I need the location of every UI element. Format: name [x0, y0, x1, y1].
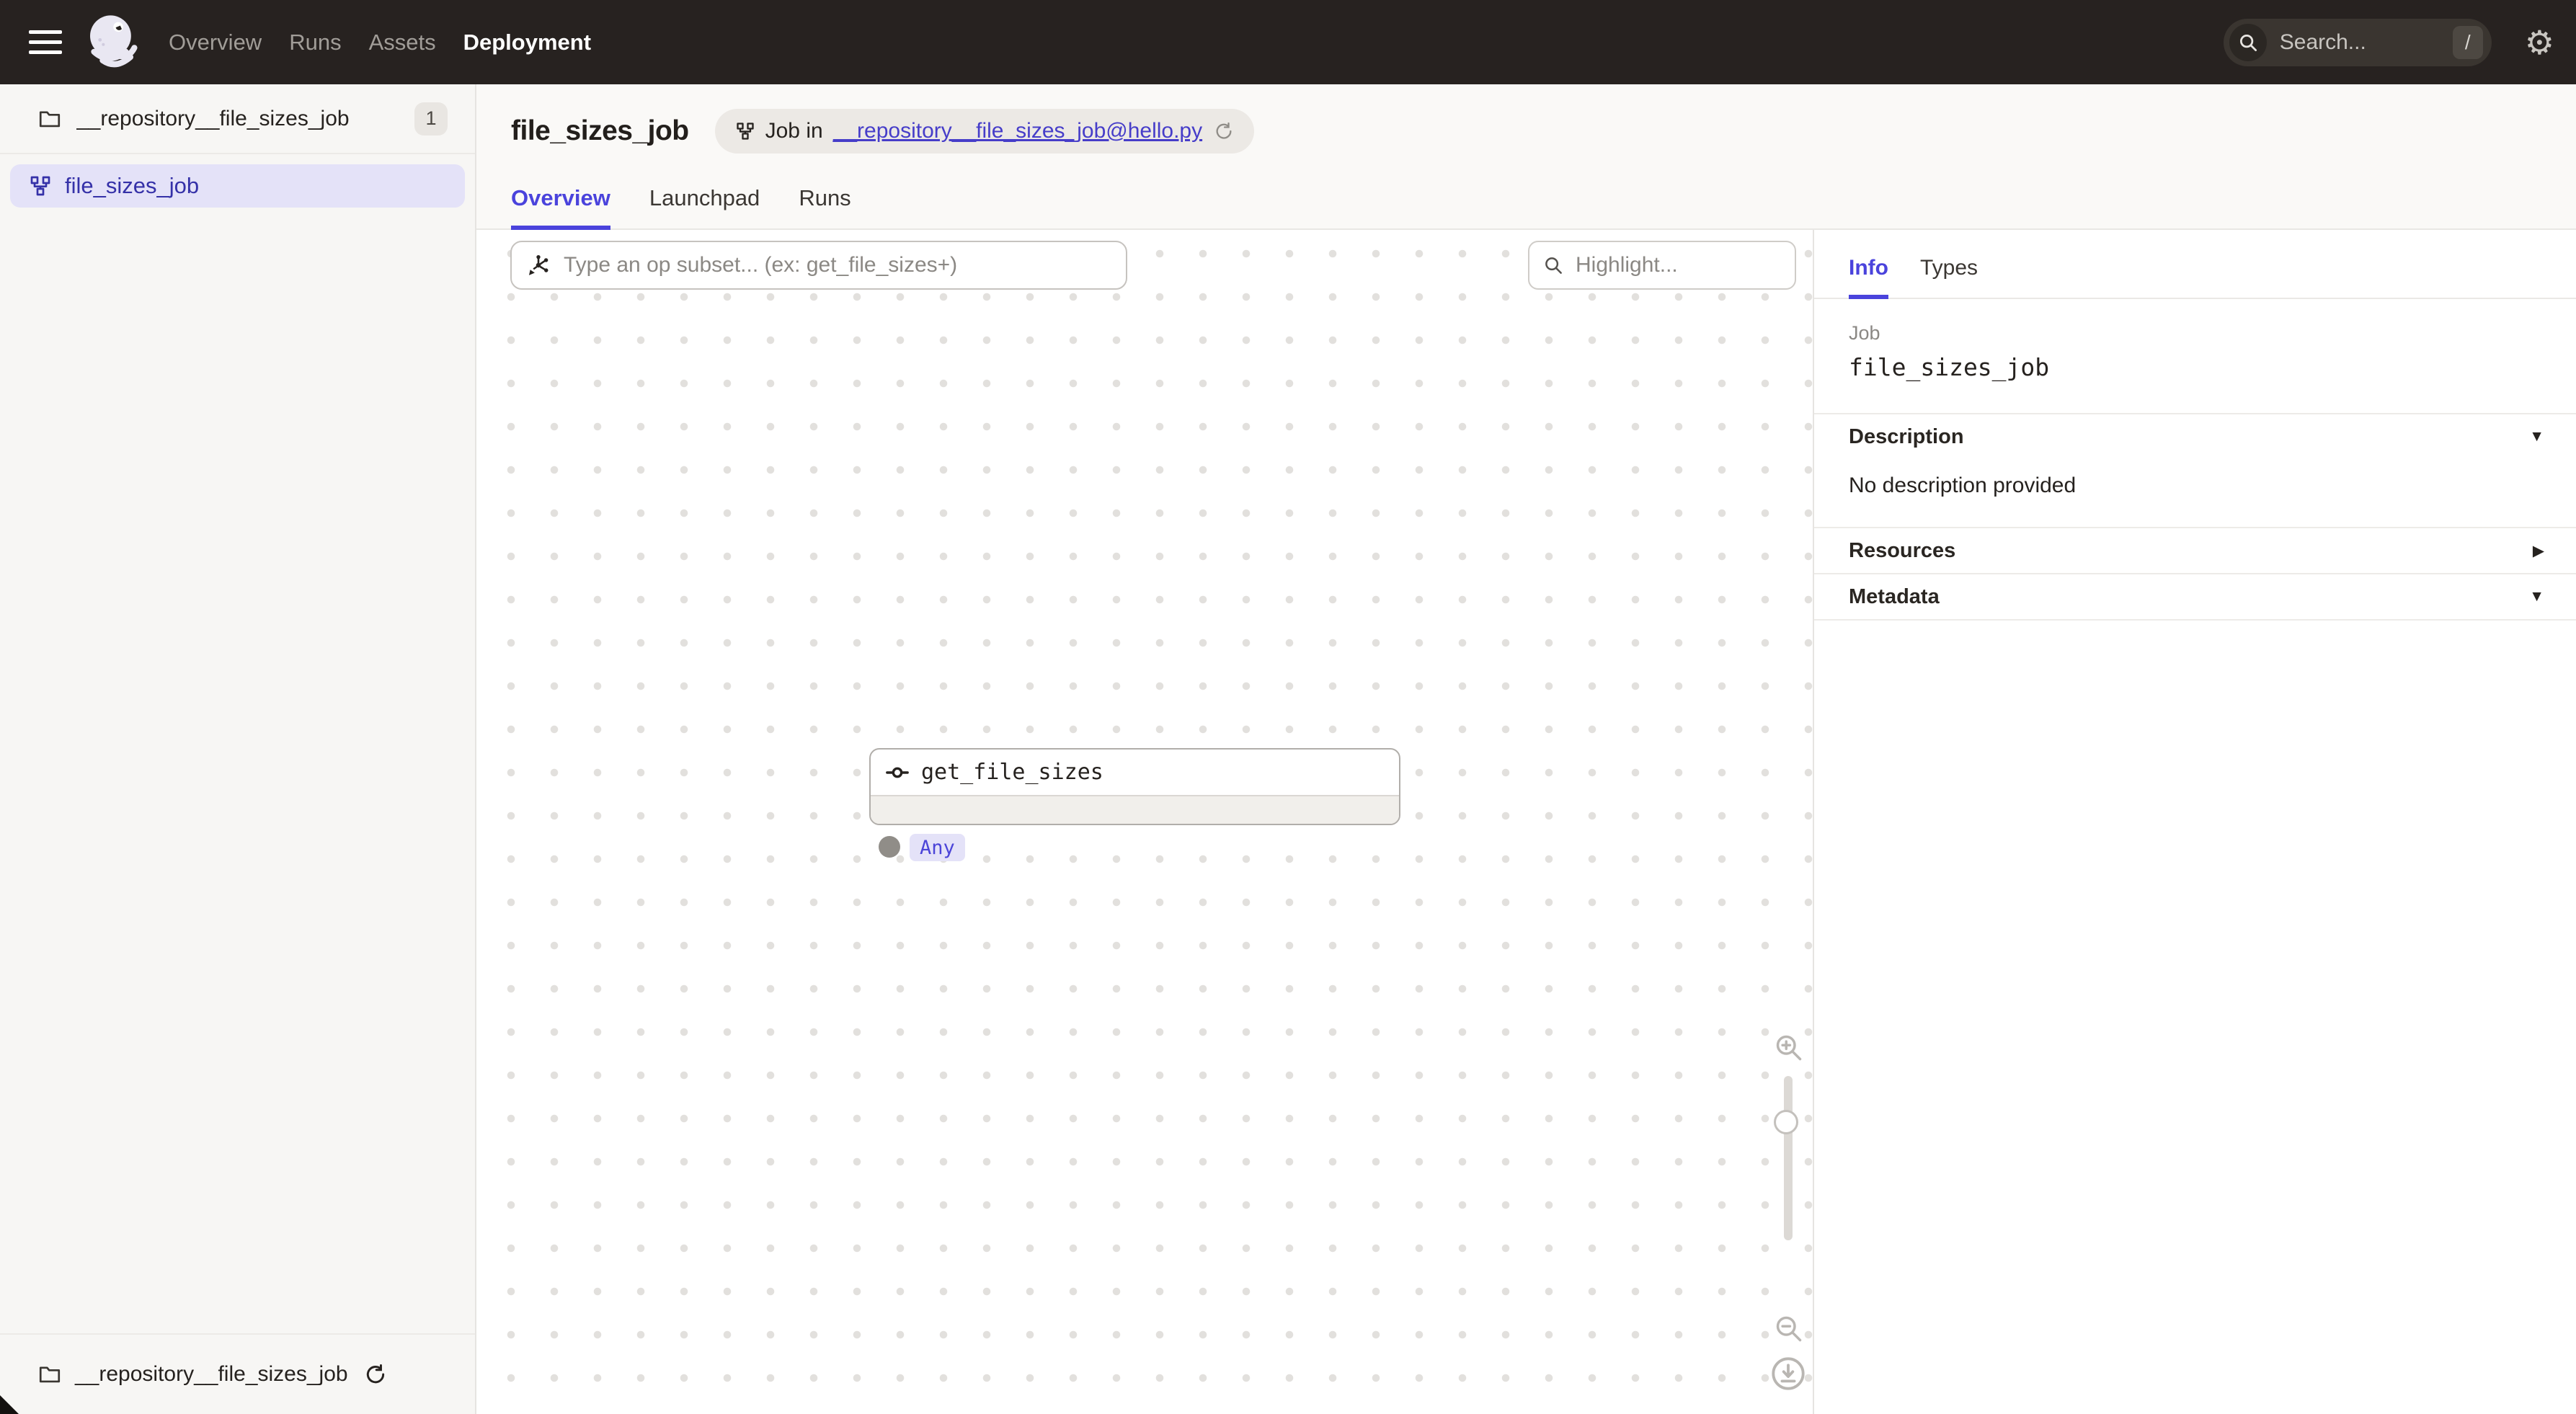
- op-icon: [885, 760, 910, 785]
- search-input[interactable]: [2278, 30, 2441, 55]
- search-icon: [1542, 254, 1564, 276]
- op-subset-input[interactable]: [562, 252, 1111, 278]
- op-node-get-file-sizes[interactable]: get_file_sizes: [869, 748, 1400, 825]
- section-title: Resources: [1849, 539, 1955, 563]
- repository-footer-label: __repository__file_sizes_job: [75, 1362, 348, 1387]
- zoom-out-icon[interactable]: [1772, 1312, 1804, 1344]
- section-resources[interactable]: Resources ▶: [1814, 527, 2576, 573]
- job-count-badge: 1: [414, 102, 448, 135]
- op-node-name: get_file_sizes: [921, 760, 1103, 785]
- global-search[interactable]: /: [2224, 19, 2492, 66]
- primary-nav: Overview Runs Assets Deployment: [169, 30, 591, 55]
- section-description[interactable]: Description ▼: [1814, 413, 2576, 459]
- tab-types[interactable]: Types: [1920, 256, 1978, 298]
- hamburger-menu-icon[interactable]: [29, 30, 62, 54]
- job-summary: Job file_sizes_job: [1814, 299, 2576, 413]
- info-side-panel: Info Types Job file_sizes_job Descriptio…: [1813, 230, 2576, 1414]
- reload-repository-icon[interactable]: [364, 1363, 387, 1386]
- job-name: file_sizes_job: [1849, 353, 2541, 381]
- op-graph-canvas[interactable]: get_file_sizes Any: [476, 230, 1813, 1414]
- tab-info[interactable]: Info: [1849, 256, 1888, 298]
- nav-runs[interactable]: Runs: [289, 30, 341, 55]
- search-shortcut-badge: /: [2453, 26, 2483, 59]
- caret-down-icon: ▼: [2529, 588, 2544, 605]
- zoom-controls: [1768, 1031, 1808, 1393]
- repository-row[interactable]: __repository__file_sizes_job 1: [0, 84, 475, 154]
- highlight-search[interactable]: [1528, 241, 1796, 290]
- gear-icon[interactable]: ⚙: [2525, 26, 2554, 59]
- download-graph-icon[interactable]: [1769, 1354, 1808, 1393]
- highlight-input[interactable]: [1574, 252, 1782, 278]
- job-icon: [735, 121, 755, 141]
- output-port: [879, 836, 900, 858]
- nav-deployment[interactable]: Deployment: [463, 30, 591, 55]
- top-navigation-bar: Overview Runs Assets Deployment / ⚙: [0, 0, 2576, 84]
- job-origin-prefix: Job in: [765, 119, 823, 143]
- repository-footer: __repository__file_sizes_job: [0, 1333, 475, 1414]
- section-title: Metadata: [1849, 585, 1940, 609]
- description-body: No description provided: [1814, 459, 2576, 527]
- tab-runs[interactable]: Runs: [799, 185, 850, 228]
- zoom-slider-handle[interactable]: [1774, 1110, 1798, 1134]
- page-title: file_sizes_job: [511, 115, 689, 147]
- repository-name: __repository__file_sizes_job: [76, 107, 400, 131]
- sidebar-item-file-sizes-job[interactable]: file_sizes_job: [10, 164, 465, 208]
- folder-icon: [37, 1362, 62, 1387]
- corner-artifact: [0, 1395, 19, 1414]
- job-icon: [29, 174, 52, 197]
- job-origin-pill: Job in __repository__file_sizes_job@hell…: [715, 109, 1254, 154]
- folder-icon: [37, 107, 62, 131]
- zoom-in-icon[interactable]: [1772, 1031, 1804, 1063]
- job-header: file_sizes_job Job in __repository__file…: [476, 84, 2576, 230]
- op-subset-filter[interactable]: [510, 241, 1127, 290]
- side-panel-tabs: Info Types: [1814, 230, 2576, 299]
- zoom-slider-track[interactable]: [1784, 1076, 1793, 1240]
- caret-right-icon: ▶: [2533, 542, 2544, 560]
- caret-down-icon: ▼: [2529, 428, 2544, 445]
- output-type-pill[interactable]: Any: [910, 834, 965, 861]
- sidebar-item-label: file_sizes_job: [65, 173, 199, 199]
- section-divider: [1814, 619, 2576, 621]
- nav-overview[interactable]: Overview: [169, 30, 262, 55]
- repository-sidebar: __repository__file_sizes_job 1 file_size…: [0, 84, 476, 1414]
- nav-assets[interactable]: Assets: [369, 30, 436, 55]
- refresh-icon[interactable]: [1214, 121, 1234, 141]
- op-selector-icon: [526, 253, 551, 277]
- section-title: Description: [1849, 425, 1964, 449]
- section-metadata[interactable]: Metadata ▼: [1814, 573, 2576, 619]
- op-node-config-strip: [871, 795, 1399, 824]
- search-icon: [2229, 24, 2267, 61]
- tab-launchpad[interactable]: Launchpad: [649, 185, 760, 228]
- main-content: file_sizes_job Job in __repository__file…: [476, 84, 2576, 1414]
- tab-overview[interactable]: Overview: [511, 185, 610, 228]
- dagster-logo[interactable]: [82, 11, 146, 74]
- job-tabs: Overview Launchpad Runs: [476, 185, 2576, 230]
- job-label: Job: [1849, 322, 2541, 344]
- repository-link[interactable]: __repository__file_sizes_job@hello.py: [833, 119, 1202, 143]
